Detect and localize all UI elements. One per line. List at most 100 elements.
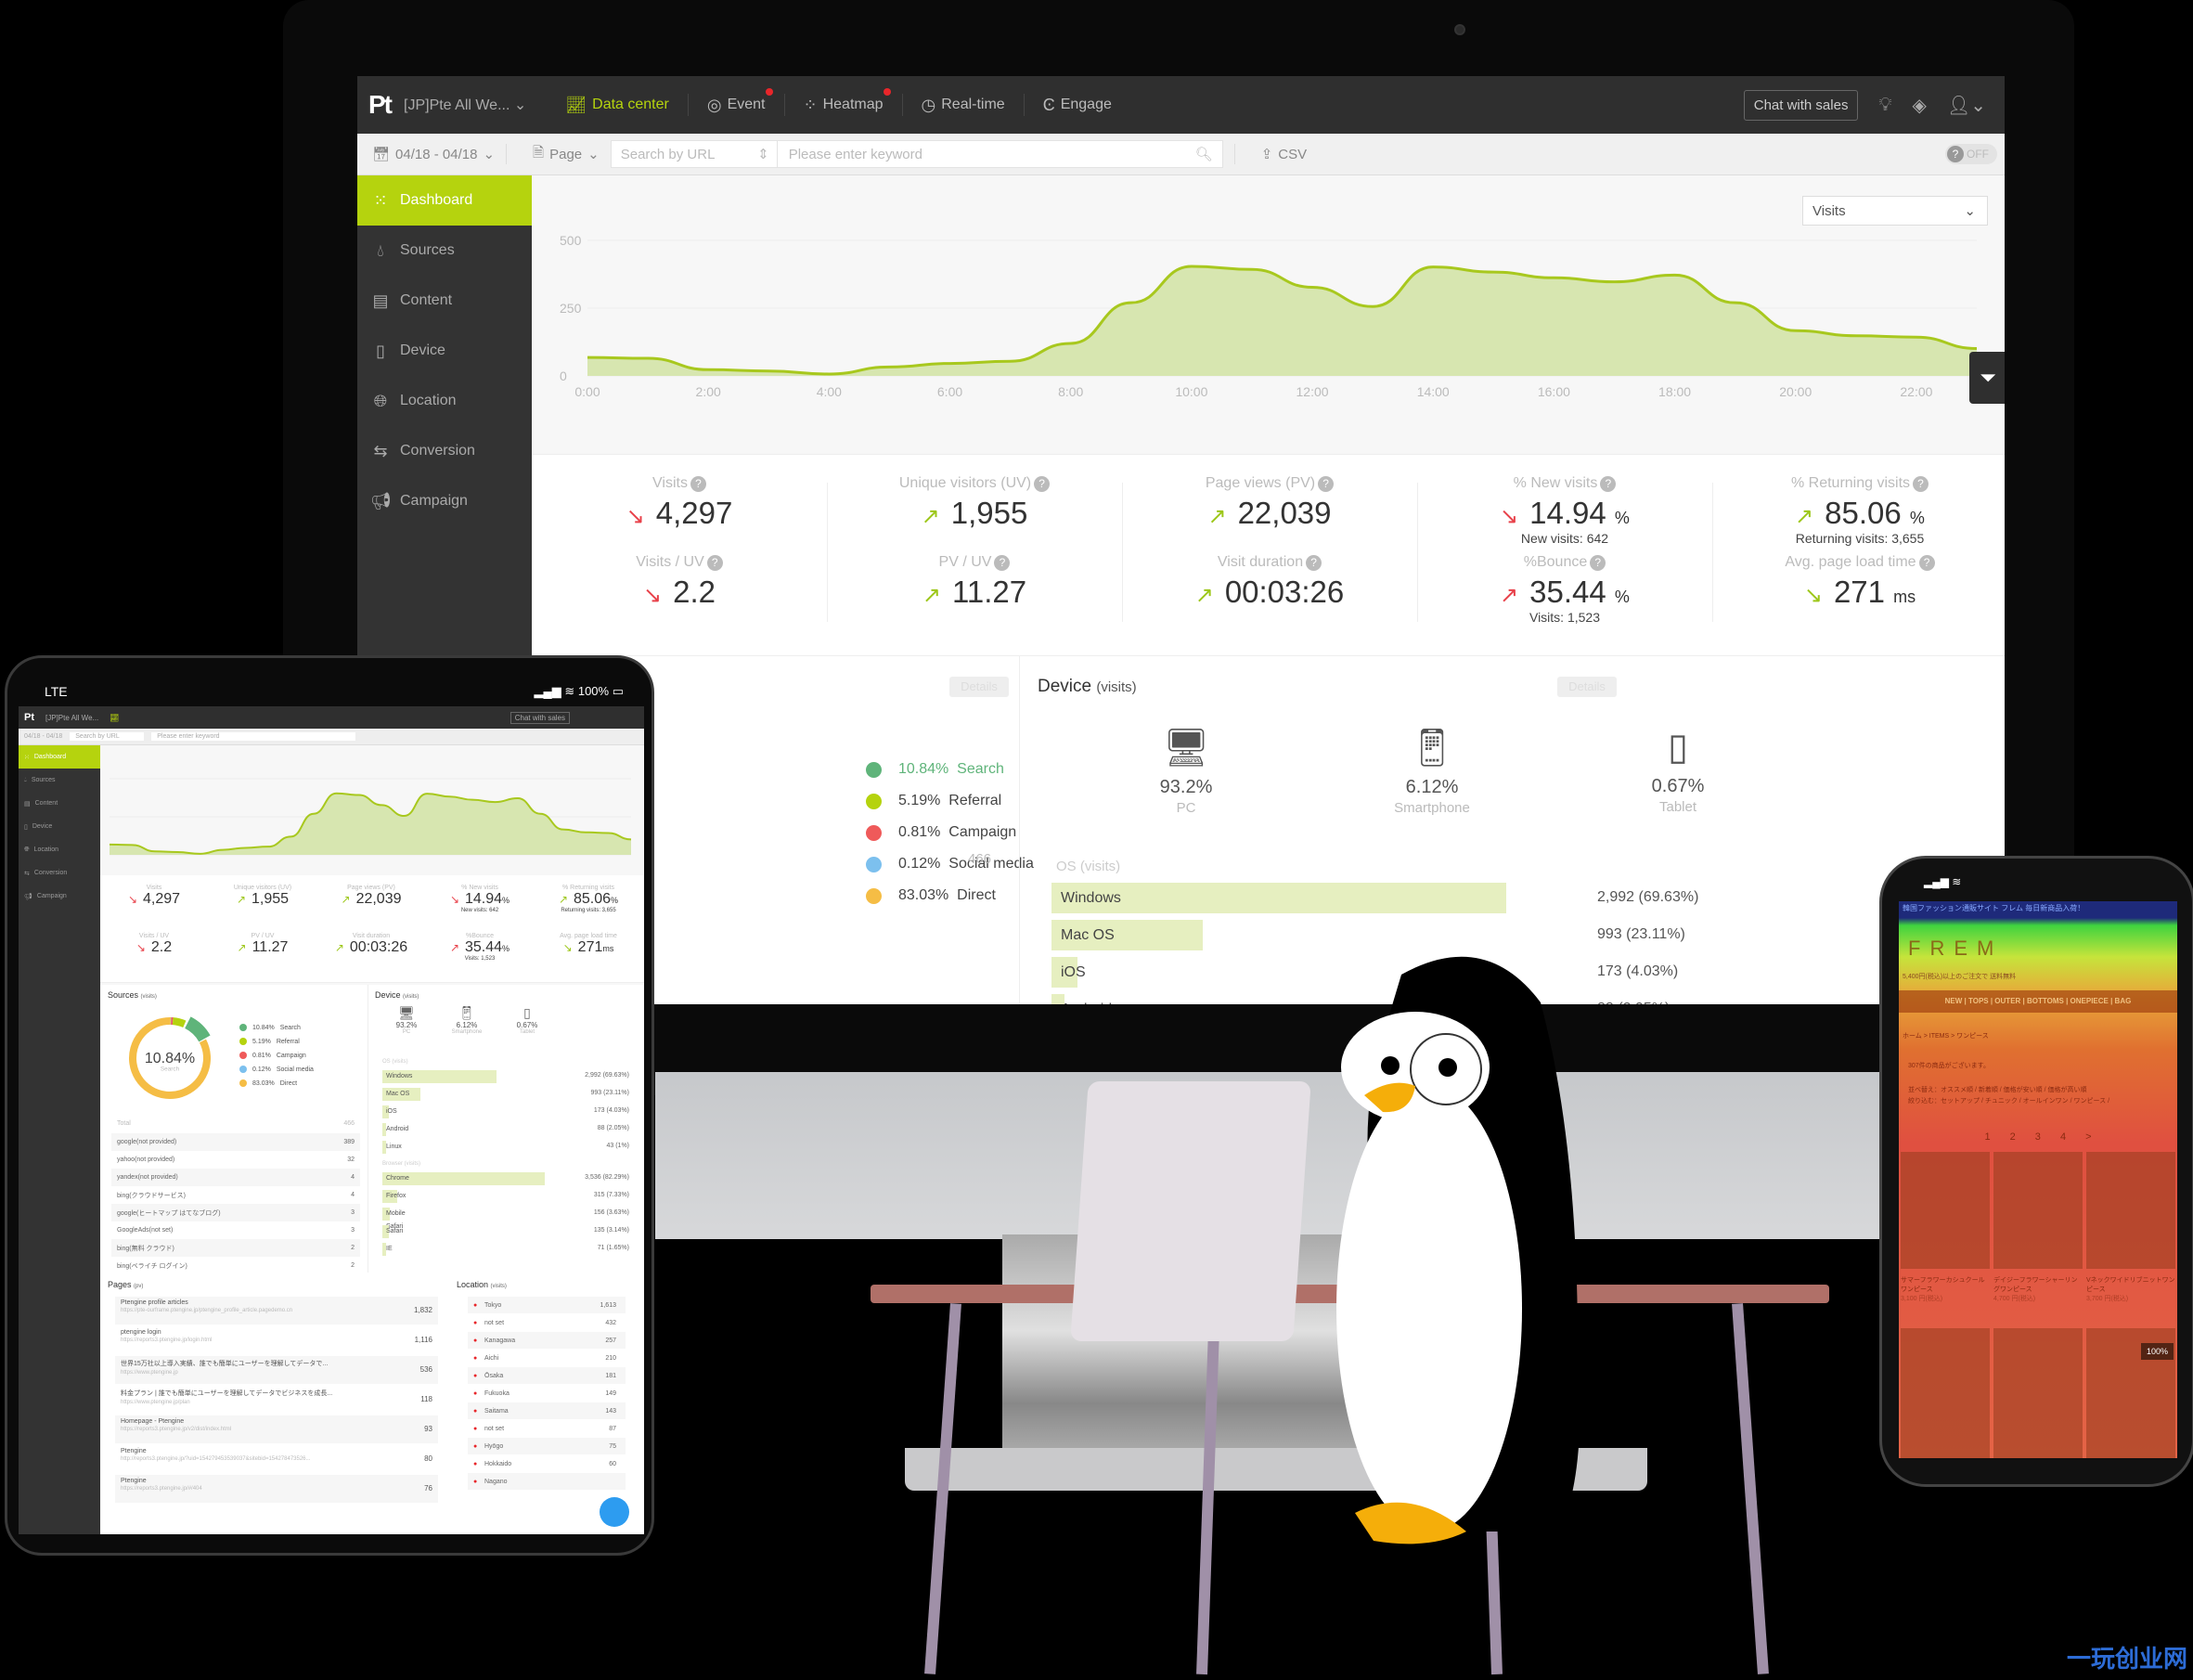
legend-item[interactable]: 0.12% Social media — [866, 848, 1034, 880]
location-row[interactable]: not set 432 — [468, 1314, 626, 1331]
nav-real-time[interactable]: ◷ Real-time — [903, 94, 1025, 116]
sidebar-item-sources[interactable]: 💧︎ Sources — [357, 226, 532, 276]
product-card[interactable]: サマーフラワーカシュクールワンピース 3,100 円(税込) — [1901, 1276, 1990, 1304]
sidebar-item-dashboard[interactable]: ⁙ Dashboard — [19, 745, 100, 769]
legend-item[interactable]: 10.84% Search — [239, 1024, 301, 1031]
donut-slice-referral[interactable] — [172, 1017, 187, 1027]
page-row[interactable]: Ptengine https://reports3.ptengine.jp/#/4… — [115, 1475, 438, 1503]
sources-details-button[interactable]: Details — [949, 677, 1009, 697]
csv-export-button[interactable]: ⇪ CSV — [1261, 146, 1307, 163]
table-row[interactable]: bing(無料 クラウド) 2 — [111, 1239, 360, 1257]
location-row[interactable]: Hokkaido 60 — [468, 1455, 626, 1472]
line-chart-icon[interactable]: 📈︎ — [110, 714, 119, 722]
legend-item[interactable]: 5.19% Referral — [866, 785, 1034, 817]
location-row[interactable]: Saitama 143 — [468, 1402, 626, 1419]
legend-item[interactable]: 83.03% Direct — [866, 880, 1034, 911]
table-row[interactable]: yahoo(not provided) 32 — [111, 1151, 360, 1169]
sidebar-item-campaign[interactable]: 📢︎ Campaign — [357, 476, 532, 526]
page-row[interactable]: Homepage - Ptengine https://reports3.pten… — [115, 1415, 438, 1443]
help-icon[interactable]: ? — [1318, 476, 1335, 492]
help-icon[interactable]: ? — [1034, 476, 1051, 492]
help-icon[interactable]: ? — [690, 476, 706, 492]
sort-options[interactable]: 並べ替え：オススメ順 / 新着順 / 価格が安い順 / 価格が高い順 絞り込む：セ… — [1908, 1085, 2109, 1107]
date-range-picker[interactable]: 📅︎ 04/18 - 04/18 ⌄ — [372, 146, 495, 163]
user-icon[interactable]: 👤︎⌄ — [1947, 94, 1986, 117]
device-type-smartphone[interactable]: 📱︎ 6.12% Smartphone — [439, 1005, 495, 1035]
device-type-tablet[interactable]: ▯ 0.67% Tablet — [1599, 726, 1757, 815]
metric-select[interactable]: Visits ⌄ — [1802, 196, 1988, 226]
help-icon[interactable]: ? — [994, 555, 1011, 571]
nav-heatmap[interactable]: ⁘ Heatmap — [785, 88, 903, 116]
chat-with-sales-button[interactable]: Chat with sales — [1743, 89, 1859, 121]
sidebar-item-conversion[interactable]: ⇆ Conversion — [19, 861, 100, 885]
page-row[interactable]: ptengine login https://reports3.ptengine.… — [115, 1326, 438, 1354]
os-bar-mac-os[interactable]: Mac OS — [1051, 920, 1203, 950]
nav-event[interactable]: ◎ Event — [689, 88, 785, 116]
lightbulb-icon[interactable]: 💡︎ — [1878, 95, 1891, 116]
os-bar[interactable]: Windows — [382, 1070, 497, 1083]
table-row[interactable]: GoogleAds(not set) 3 — [111, 1221, 360, 1239]
sidebar-item-device[interactable]: ▯ Device — [19, 815, 100, 838]
location-row[interactable]: Fukuoka 149 — [468, 1385, 626, 1402]
sidebar-item-location[interactable]: 🌐︎ Location — [357, 376, 532, 426]
help-toggle[interactable]: ? OFF — [1945, 144, 1997, 164]
nav-engage[interactable]: Ͼ Engage — [1025, 94, 1130, 116]
location-row[interactable]: Hyōgo 75 — [468, 1438, 626, 1454]
pt-logo[interactable]: Pt — [24, 712, 34, 723]
location-row[interactable]: Nagano — [468, 1473, 626, 1490]
device-details-button[interactable]: Details — [1557, 677, 1617, 697]
help-icon[interactable]: ? — [706, 555, 723, 571]
os-bar-android[interactable]: Android — [1051, 994, 1112, 1004]
os-bar[interactable]: iOS — [382, 1105, 397, 1118]
keyword-search-input[interactable]: Please enter keyword 🔍︎ — [777, 140, 1223, 168]
table-row[interactable]: google(ヒートマップ はてなブログ) 3 — [111, 1204, 360, 1221]
search-url-select[interactable]: Search by URL ⇕ — [610, 140, 778, 168]
page-row[interactable]: 世界15万社以上導入実績、誰でも簡単にユーザーを理解してデータで... https… — [115, 1356, 438, 1384]
table-row[interactable]: bing(クラウドサービス) 4 — [111, 1186, 360, 1204]
project-selector[interactable]: [JP]Pte All We... ⌄ — [404, 96, 526, 114]
date-range-value[interactable]: 04/18 - 04/18 — [24, 733, 62, 740]
browser-bar[interactable]: Chrome — [382, 1172, 545, 1185]
nav-data-center[interactable]: 📈︎ Data center — [547, 94, 689, 116]
chat-with-sales-button[interactable]: Chat with sales — [510, 711, 570, 724]
location-row[interactable]: Kanagawa 257 — [468, 1332, 626, 1349]
sidebar-item-conversion[interactable]: ⇆ Conversion — [357, 426, 532, 476]
browser-bar[interactable]: Mobile Safari — [382, 1208, 406, 1230]
product-image[interactable] — [1993, 1152, 2083, 1269]
help-icon[interactable]: ? — [1913, 476, 1929, 492]
sidebar-item-campaign[interactable]: 📢︎ Campaign — [19, 885, 100, 908]
sidebar-item-dashboard[interactable]: ⁙ Dashboard — [357, 175, 532, 226]
pagination[interactable]: 1 2 3 4 > — [1899, 1131, 2177, 1143]
table-row[interactable]: yandex(not provided) 4 — [111, 1169, 360, 1186]
os-bar-windows[interactable]: Windows — [1051, 883, 1506, 913]
location-row[interactable]: not set 87 — [468, 1420, 626, 1437]
browser-bar[interactable]: Safari — [382, 1225, 403, 1238]
table-row[interactable]: google(not provided) 389 — [111, 1133, 360, 1151]
sidebar-item-location[interactable]: 🌐︎ Location — [19, 838, 100, 861]
legend-item[interactable]: 0.81% Campaign — [239, 1052, 306, 1059]
product-image[interactable] — [1901, 1152, 1990, 1269]
os-bar[interactable]: Linux — [382, 1141, 402, 1154]
legend-item[interactable]: 10.84% Search — [866, 754, 1034, 785]
sidebar-item-content[interactable]: ▤ Content — [357, 276, 532, 326]
chat-bubble-button[interactable] — [600, 1497, 629, 1527]
device-type-smartphone[interactable]: 📱︎ 6.12% Smartphone — [1353, 726, 1511, 816]
site-nav[interactable]: NEW | TOPS | OUTER | BOTTOMS | ONEPIECE … — [1899, 990, 2177, 1013]
sidebar-item-content[interactable]: ▤ Content — [19, 792, 100, 815]
help-icon[interactable]: ? — [1590, 555, 1606, 571]
help-icon[interactable]: ? — [1600, 476, 1617, 492]
page-row[interactable]: Ptengine http://reports3.ptengine.jp/?uid… — [115, 1445, 438, 1473]
sidebar-item-sources[interactable]: 💧︎ Sources — [19, 769, 100, 792]
search-url-select[interactable]: Search by URL — [70, 732, 145, 741]
legend-item[interactable]: 83.03% Direct — [239, 1079, 297, 1087]
legend-item[interactable]: 0.81% Campaign — [866, 817, 1034, 848]
product-image[interactable] — [2086, 1152, 2175, 1269]
search-icon[interactable]: 🔍︎ — [1195, 146, 1213, 162]
keyword-search-input[interactable]: Please enter keyword — [151, 732, 356, 741]
integration-icon[interactable]: ◈ — [1912, 94, 1926, 117]
donut-slice-search[interactable] — [184, 1016, 211, 1042]
table-row[interactable]: bing(ベライチ ログイン) 2 — [111, 1257, 360, 1274]
frem-logo[interactable]: FREM — [1908, 937, 2003, 961]
page-row[interactable]: 料金プラン | 誰でも簡単にユーザーを理解してデータでビジネスを成長... htt… — [115, 1386, 438, 1414]
location-row[interactable]: Aichi 210 — [468, 1350, 626, 1366]
